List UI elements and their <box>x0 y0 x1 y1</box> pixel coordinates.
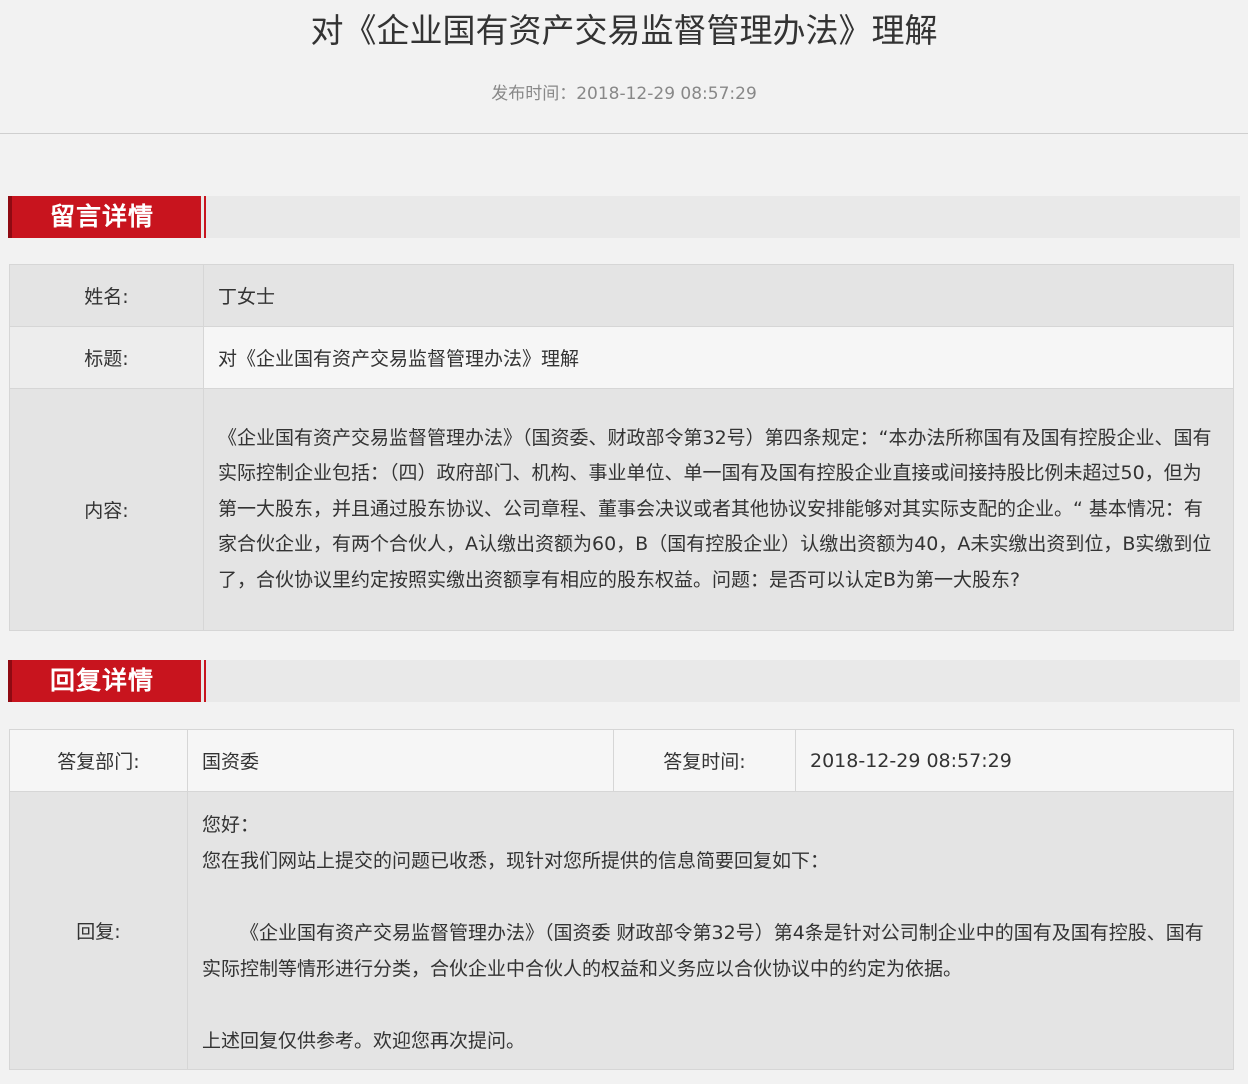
tab-stripe-decoration <box>198 196 201 238</box>
name-value: 丁女士 <box>203 264 1234 327</box>
page-header: 对《企业国有资产交易监督管理办法》理解 发布时间：2018-12-29 08:5… <box>0 0 1248 134</box>
reply-cell: 您好： 您在我们网站上提交的问题已收悉，现针对您所提供的信息简要回复如下： 《企… <box>187 791 1234 1070</box>
tab-stripe-decoration <box>198 660 201 702</box>
name-label: 姓名: <box>9 264 204 327</box>
reply-content: 您好： 您在我们网站上提交的问题已收悉，现针对您所提供的信息简要回复如下： 《企… <box>202 797 1219 1065</box>
message-details-table: 姓名: 丁女士 标题: 对《企业国有资产交易监督管理办法》理解 内容: 《企业国… <box>9 264 1234 631</box>
table-row: 标题: 对《企业国有资产交易监督管理办法》理解 <box>9 326 1234 389</box>
table-row: 回复: 您好： 您在我们网站上提交的问题已收悉，现针对您所提供的信息简要回复如下… <box>9 791 1234 1070</box>
content-cell: 《企业国有资产交易监督管理办法》（国资委、财政部令第32号）第四条规定：“本办法… <box>203 388 1234 631</box>
publish-info: 发布时间：2018-12-29 08:57:29 <box>0 82 1248 106</box>
page-title: 对《企业国有资产交易监督管理办法》理解 <box>310 11 938 50</box>
publish-time: 2018-12-29 08:57:29 <box>576 84 757 104</box>
reply-greeting: 您好： <box>202 813 260 836</box>
title-label: 标题: <box>9 326 204 389</box>
reply-intro: 您在我们网站上提交的问题已收悉，现针对您所提供的信息简要回复如下： <box>202 849 830 872</box>
reply-time-value: 2018-12-29 08:57:29 <box>795 729 1234 792</box>
reply-time-label: 答复时间: <box>613 729 796 792</box>
reply-section-tab: 回复详情 <box>8 660 198 702</box>
reply-label: 回复: <box>9 791 188 1070</box>
reply-section-header: 回复详情 <box>8 660 1240 702</box>
content-value: 《企业国有资产交易监督管理办法》（国资委、财政部令第32号）第四条规定：“本办法… <box>218 426 1212 591</box>
title-value: 对《企业国有资产交易监督管理办法》理解 <box>203 326 1234 389</box>
publish-label: 发布时间： <box>491 84 577 104</box>
tab-stripe-decoration <box>204 660 206 702</box>
tab-stripe-decoration <box>204 196 206 238</box>
message-section-tab: 留言详情 <box>8 196 198 238</box>
dept-label: 答复部门: <box>9 729 188 792</box>
table-row: 姓名: 丁女士 <box>9 264 1234 327</box>
table-row: 答复部门: 国资委 答复时间: 2018-12-29 08:57:29 <box>9 729 1234 792</box>
table-row: 内容: 《企业国有资产交易监督管理办法》（国资委、财政部令第32号）第四条规定：… <box>9 388 1234 631</box>
reply-details-table: 答复部门: 国资委 答复时间: 2018-12-29 08:57:29 回复: … <box>9 729 1234 1070</box>
dept-value: 国资委 <box>187 729 614 792</box>
content-label: 内容: <box>9 388 204 631</box>
reply-closing: 上述回复仅供参考。欢迎您再次提问。 <box>202 1029 526 1052</box>
message-section-header: 留言详情 <box>8 196 1240 238</box>
reply-body: 《企业国有资产交易监督管理办法》（国资委 财政部令第32号）第4条是针对公司制企… <box>202 921 1204 980</box>
